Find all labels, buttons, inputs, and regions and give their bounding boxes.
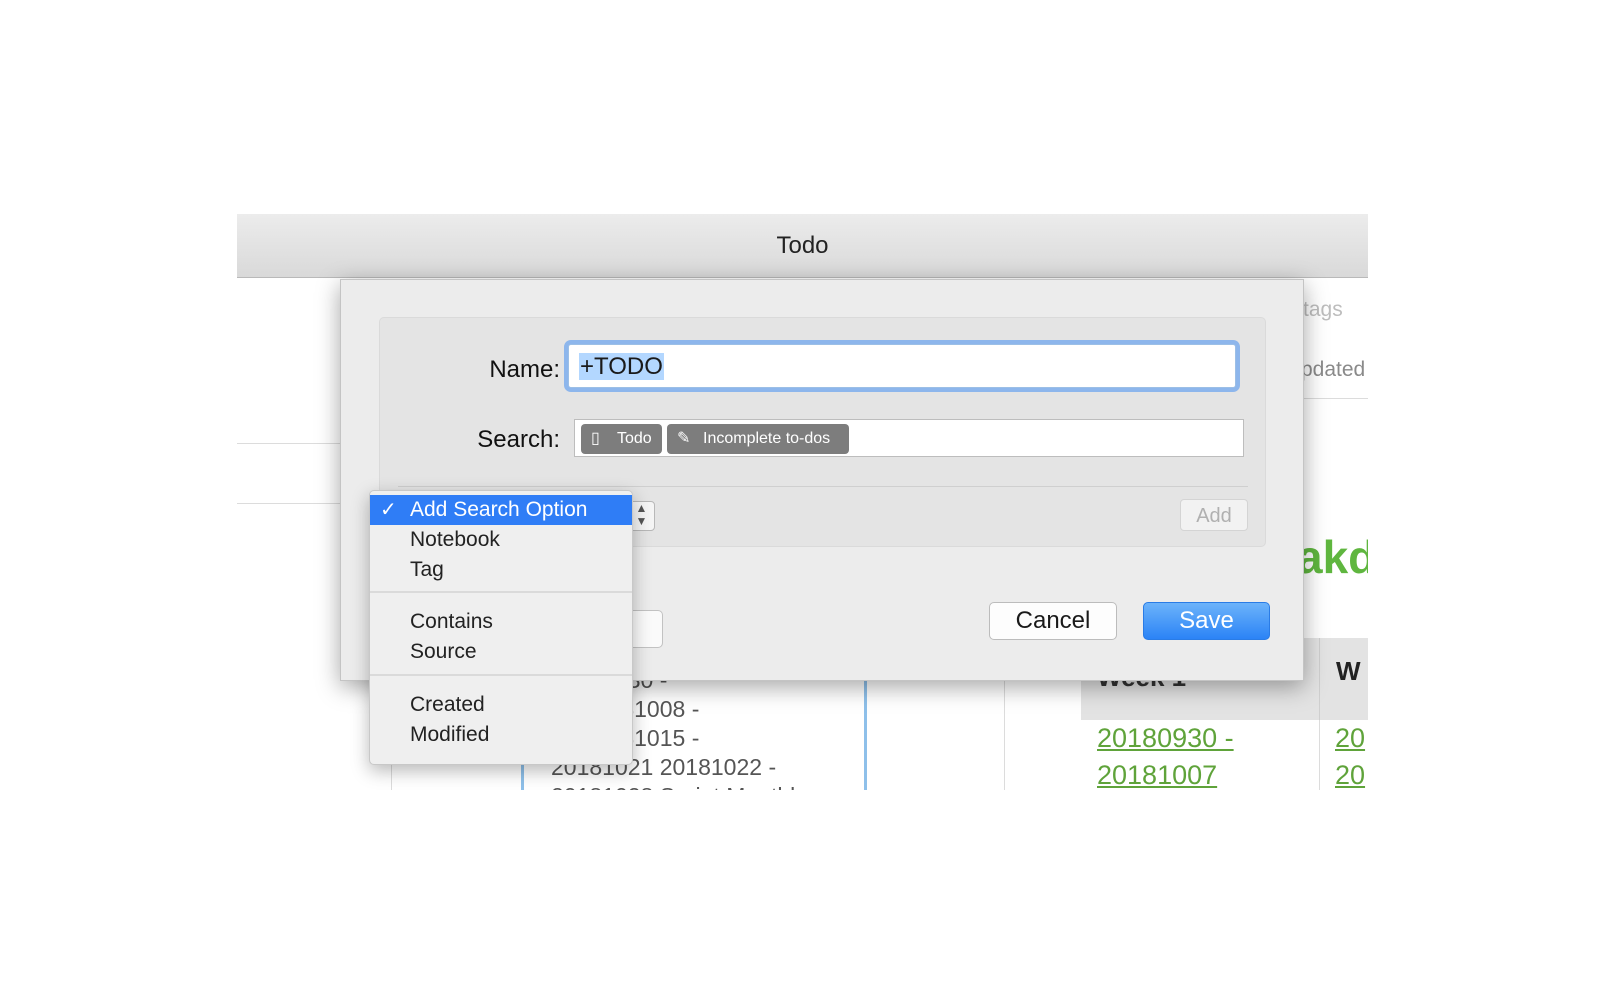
menu-item-label: Contains: [410, 610, 493, 633]
search-field[interactable]: ▯ Todo ✎ Incomplete to-dos: [574, 419, 1244, 457]
menu-item-label: Notebook: [410, 528, 500, 551]
paperclip-icon: ✎: [677, 430, 691, 447]
menu-item-source[interactable]: Source: [370, 637, 632, 667]
menu-item-label: Add Search Option: [410, 498, 588, 521]
note-heading: akd: [1297, 531, 1368, 583]
column-rule: [864, 674, 867, 790]
cancel-button[interactable]: Cancel: [989, 602, 1117, 640]
tags-label: tags: [1303, 298, 1343, 321]
menu-item-label: Created: [410, 693, 485, 716]
divider: [1004, 674, 1005, 790]
divider: [398, 486, 1248, 487]
search-label: Search:: [477, 426, 560, 453]
updated-label: pdated: [1301, 358, 1366, 381]
name-input[interactable]: +TODO: [568, 344, 1236, 388]
window-title: Todo: [237, 214, 1368, 278]
menu-separator: [370, 674, 632, 676]
menu-item-tag[interactable]: Tag: [370, 555, 632, 585]
search-token-todos[interactable]: ✎ Incomplete to-dos: [667, 424, 849, 454]
menu-separator: [370, 591, 632, 593]
add-button[interactable]: Add: [1180, 499, 1248, 531]
token-label: Todo: [617, 430, 652, 447]
notebook-icon: ▯: [591, 430, 600, 447]
name-label: Name:: [489, 356, 560, 383]
table-header-week-2: W: [1320, 638, 1368, 720]
divider: [1301, 398, 1368, 399]
name-value: +TODO: [579, 353, 664, 380]
checkmark-icon: ✓: [380, 499, 397, 521]
menu-item-label: Modified: [410, 723, 490, 746]
search-token-notebook[interactable]: ▯ Todo: [581, 424, 662, 454]
divider: [237, 443, 341, 444]
search-option-menu: ✓ Add Search Option Notebook Tag Contain…: [369, 490, 633, 765]
table-cell-link[interactable]: 20 20: [1335, 720, 1365, 790]
menu-item-notebook[interactable]: Notebook: [370, 525, 632, 555]
table-cell-link[interactable]: 20180930 - 20181007: [1097, 720, 1234, 790]
menu-item-label: Tag: [410, 558, 444, 581]
menu-item-label: Source: [410, 640, 477, 663]
menu-item-add-search-option[interactable]: ✓ Add Search Option: [370, 495, 632, 525]
menu-item-contains[interactable]: Contains: [370, 607, 632, 637]
menu-item-created[interactable]: Created: [370, 690, 632, 720]
token-label: Incomplete to-dos: [703, 430, 831, 447]
divider: [237, 503, 341, 504]
save-button[interactable]: Save: [1143, 602, 1270, 640]
divider: [1319, 720, 1320, 790]
menu-item-modified[interactable]: Modified: [370, 720, 632, 750]
